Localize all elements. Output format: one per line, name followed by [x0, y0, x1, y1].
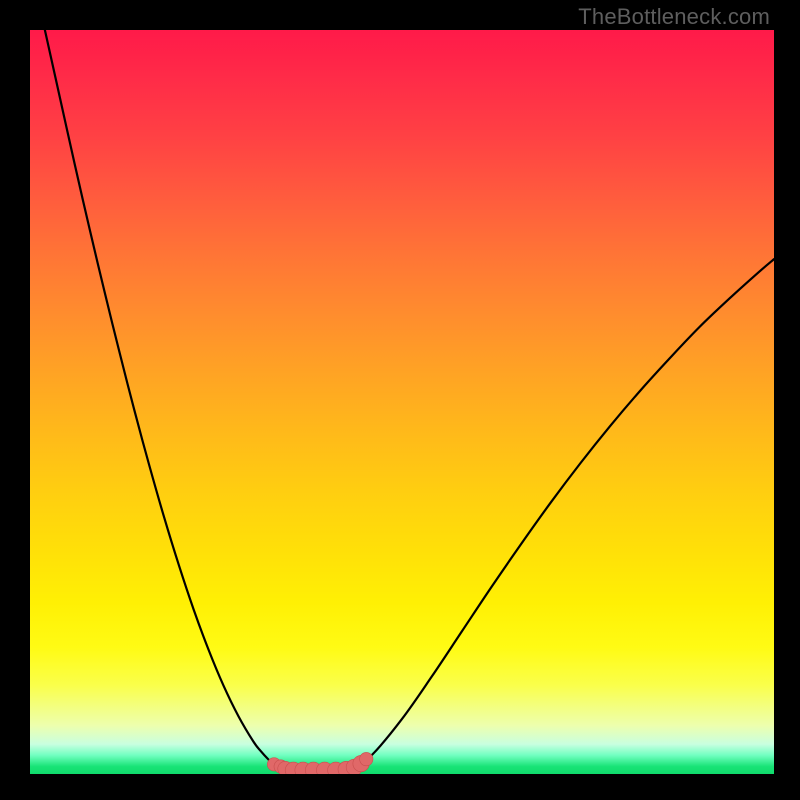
trough-marker [360, 752, 373, 765]
chart-stage: TheBottleneck.com [0, 0, 800, 800]
plot-area [30, 30, 774, 774]
watermark-text: TheBottleneck.com [578, 4, 770, 30]
trough-markers [267, 752, 373, 774]
curve-right-branch [356, 259, 774, 766]
chart-svg [30, 30, 774, 774]
curve-left-branch [45, 30, 281, 767]
